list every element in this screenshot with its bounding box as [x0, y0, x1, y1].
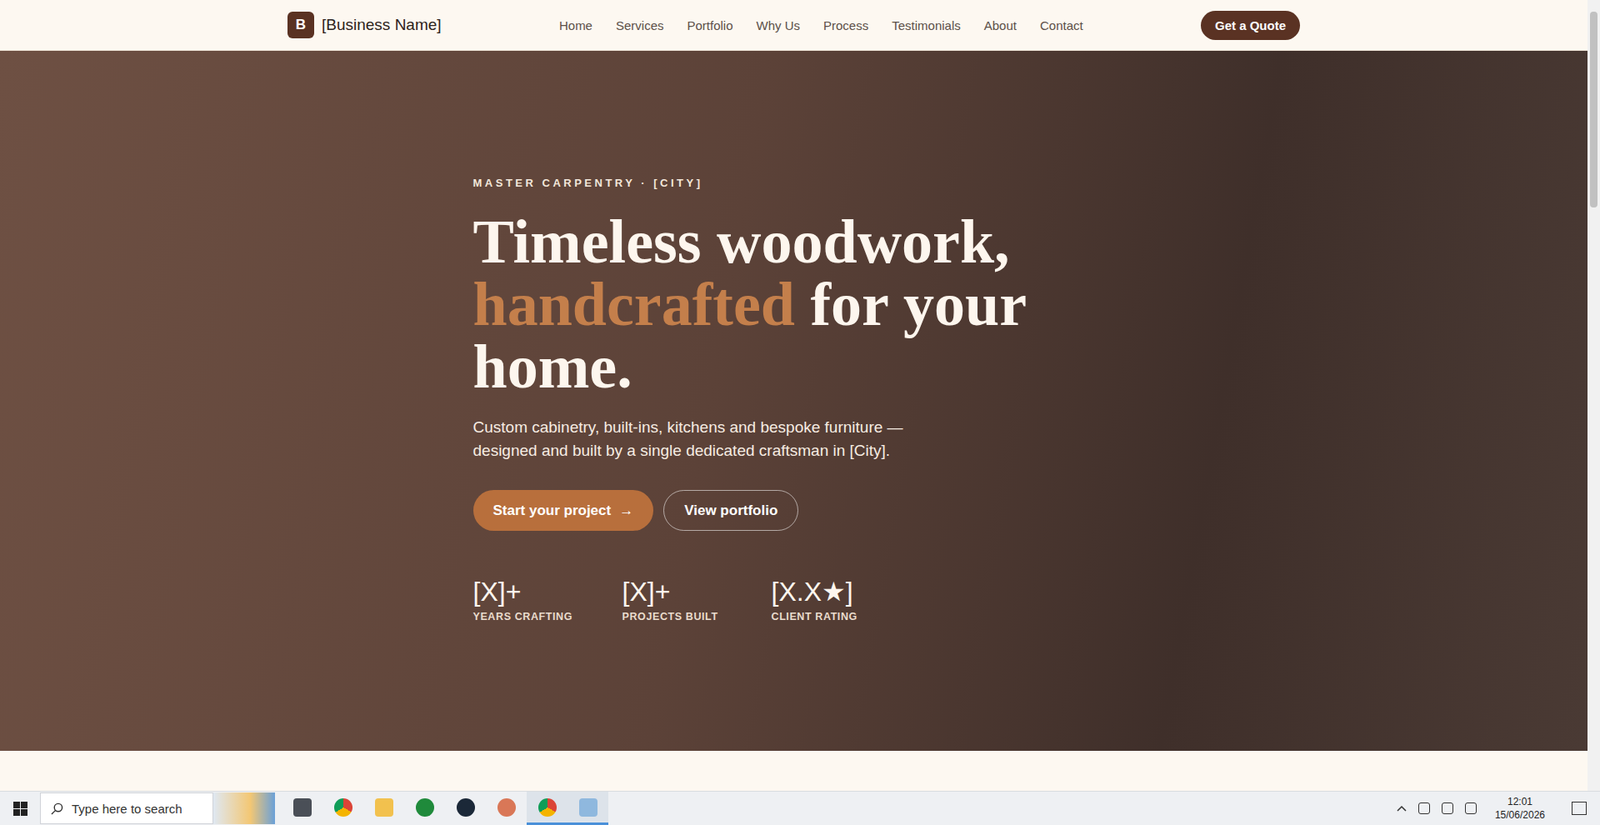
- brand-name[interactable]: [Business Name]: [321, 15, 442, 35]
- meet-icon[interactable]: [1418, 802, 1430, 815]
- taskbar-app[interactable]: [485, 791, 527, 825]
- stat: [X.X★] CLIENT RATING: [771, 575, 921, 623]
- quote-button[interactable]: Get a Quote: [1200, 10, 1300, 40]
- nav-link[interactable]: Home: [559, 18, 593, 33]
- taskbar-app[interactable]: [567, 791, 609, 825]
- nav-link[interactable]: Contact: [1040, 18, 1084, 33]
- hero-content: MASTER CARPENTRY · [CITY] Timeless woodwo…: [473, 50, 1115, 751]
- heading-line: Timeless woodwork,: [473, 210, 1115, 274]
- screen: B [Business Name] Home Services Portfolio Why…: [0, 0, 1600, 825]
- brand[interactable]: B [Business Name]: [287, 11, 442, 39]
- stat-value: [X]+: [473, 575, 623, 608]
- taskbar-app[interactable]: [363, 791, 405, 825]
- notification-icon[interactable]: [1571, 801, 1587, 815]
- heading-segment: home.: [473, 332, 633, 401]
- stat-value: [X]+: [622, 575, 772, 608]
- hero-subtitle: Custom cabinetry, built-ins, kitchens an…: [473, 415, 1115, 463]
- arrow-icon: →: [619, 502, 634, 520]
- view-portfolio-button[interactable]: View portfolio: [663, 490, 799, 531]
- chevron-up-icon[interactable]: [1396, 805, 1407, 812]
- search-icon: [50, 802, 64, 815]
- taskbar-search[interactable]: Type here to search: [40, 792, 214, 825]
- chrome-active-icon[interactable]: [538, 798, 557, 817]
- app-window-icon[interactable]: [579, 798, 598, 817]
- hero-buttons: Start your project→View portfolio: [473, 490, 1115, 531]
- taskbar: Type here to search 12:0115/06/2026: [0, 790, 1600, 825]
- nav-link[interactable]: About: [984, 18, 1017, 33]
- task-view-icon[interactable]: [293, 798, 312, 817]
- chrome-icon[interactable]: [334, 798, 353, 817]
- nav-link[interactable]: Portfolio: [687, 18, 734, 33]
- stat: [X]+ YEARS CRAFTING: [473, 575, 623, 623]
- heading-segment: Timeless woodwork,: [473, 207, 1010, 276]
- nav-link[interactable]: Services: [615, 18, 665, 33]
- nav-links: Home Services Portfolio Why Us Process Testim…: [559, 18, 1084, 33]
- heading-segment: handcrafted: [473, 270, 795, 339]
- search-highlight-image[interactable]: [213, 792, 275, 825]
- steam-icon[interactable]: [456, 798, 475, 817]
- navbar-inner: B [Business Name] Home Services Portfolio Why…: [287, 0, 1300, 50]
- logo-icon[interactable]: B: [287, 11, 315, 39]
- stat-label: CLIENT RATING: [771, 610, 921, 623]
- taskbar-app[interactable]: [281, 791, 323, 825]
- heading-segment: for your: [795, 270, 1027, 339]
- hero-stats: [X]+YEARS CRAFTING[X]+PROJECTS BUILT[X.X…: [473, 575, 1115, 623]
- scrollbar-thumb[interactable]: [1590, 11, 1598, 208]
- taskbar-app[interactable]: [526, 791, 568, 825]
- xbox-icon[interactable]: [415, 798, 435, 817]
- browser-viewport: B [Business Name] Home Services Portfolio Why…: [0, 0, 1600, 791]
- hero-eyebrow: MASTER CARPENTRY · [CITY]: [473, 176, 1115, 190]
- nav-link[interactable]: Process: [823, 18, 869, 33]
- scrollbar[interactable]: [1587, 0, 1600, 791]
- hero: MASTER CARPENTRY · [CITY] Timeless woodwo…: [0, 50, 1588, 751]
- system-tray: 12:0115/06/2026: [1396, 795, 1600, 822]
- taskbar-app[interactable]: [445, 791, 486, 825]
- file-explorer-icon[interactable]: [375, 798, 394, 817]
- stat-label: PROJECTS BUILT: [622, 610, 772, 623]
- next-section: [0, 750, 1588, 791]
- heading-line: handcrafted for your: [473, 273, 1115, 336]
- taskbar-app[interactable]: [404, 791, 445, 825]
- windows-icon[interactable]: [13, 801, 28, 816]
- clock[interactable]: 12:0115/06/2026: [1488, 795, 1552, 822]
- claude-icon[interactable]: [497, 798, 516, 817]
- stat-value: [X.X★]: [771, 575, 921, 608]
- taskbar-app[interactable]: [322, 791, 364, 825]
- navbar: B [Business Name] Home Services Portfolio Why…: [0, 0, 1588, 51]
- stat: [X]+ PROJECTS BUILT: [622, 575, 772, 623]
- heading-line: home.: [473, 335, 1115, 399]
- hero-heading: Timeless woodwork,handcrafted for yourho…: [473, 210, 1115, 399]
- network-icon[interactable]: [1441, 802, 1454, 815]
- stat-label: YEARS CRAFTING: [473, 610, 623, 623]
- start-button[interactable]: [0, 791, 40, 825]
- nav-link[interactable]: Testimonials: [891, 18, 961, 33]
- nav-link[interactable]: Why Us: [756, 18, 801, 33]
- page: B [Business Name] Home Services Portfolio Why…: [0, 0, 1588, 791]
- volume-icon[interactable]: [1465, 802, 1477, 815]
- start-project-button[interactable]: Start your project→: [473, 490, 655, 531]
